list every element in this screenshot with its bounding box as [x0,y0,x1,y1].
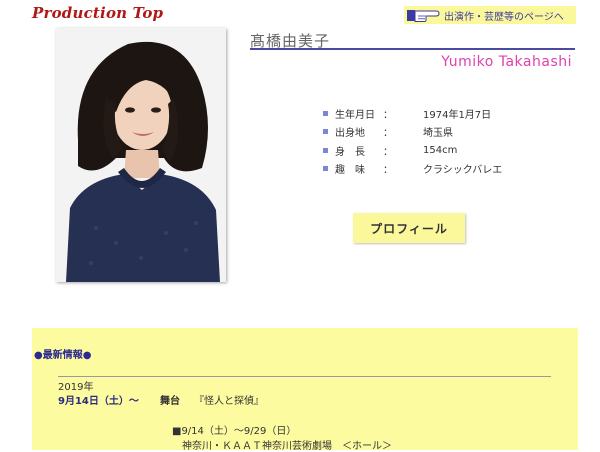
news-period: ■9/14（土）～9/29（日） [172,426,297,437]
profile-field-birthplace: 出身地 ： 埼玉県 [323,123,502,142]
field-value: 1974年1月7日 [423,109,492,121]
profile-field-height: 身 長 ： 154cm [323,141,502,160]
square-bullet-icon [323,147,328,153]
portrait-illustration [56,28,226,282]
profile-field-hobby: 趣 味 ： クラシックバレエ [323,160,502,179]
field-separator: ： [383,128,393,140]
profile-details: 生年月日 ： 1974年1月7日 出身地 ： 埼玉県 身 長 ： 154cm 趣… [323,104,502,178]
pointing-hand-icon [407,10,440,22]
field-separator: ： [383,109,393,121]
profile-button[interactable]: プロフィール [353,213,465,243]
field-value: 埼玉県 [423,128,453,140]
field-label: 趣 味 [335,165,365,177]
field-value: クラシックバレエ [423,165,503,177]
square-bullet-icon [323,110,328,116]
profile-field-birthday: 生年月日 ： 1974年1月7日 [323,104,502,123]
field-separator: ： [383,146,393,158]
news-heading: ●最新情報● [34,350,92,361]
news-category: 舞台 [160,396,180,407]
field-label: 出身地 [335,128,365,140]
field-value: 154cm [423,144,458,156]
field-label: 生年月日 [335,109,375,121]
news-date: 9月14日（土）～ [58,396,139,407]
field-separator: ： [383,165,393,177]
works-page-link-label: 出演作・芸歴等のページへ [444,11,564,23]
square-bullet-icon [323,166,328,172]
news-panel [32,328,578,450]
news-year: 2019年 [58,382,94,393]
name-english: Yumiko Takahashi [441,54,572,70]
square-bullet-icon [323,129,328,135]
production-top-link[interactable]: Production Top [32,4,163,22]
field-label: 身 長 [335,146,365,158]
news-title: 『怪人と探偵』 [194,396,264,407]
works-page-link[interactable]: 出演作・芸歴等のページへ [404,6,576,24]
news-divider [58,376,551,377]
name-divider [250,48,575,50]
profile-photo [56,28,226,282]
